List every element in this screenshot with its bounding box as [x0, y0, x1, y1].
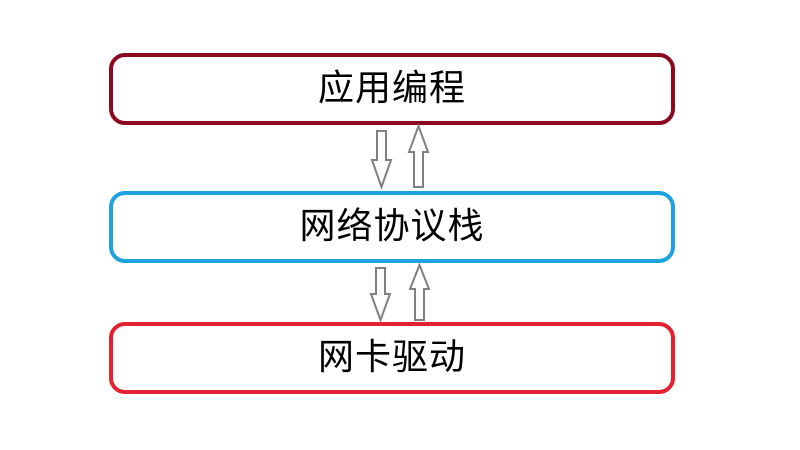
up-arrow-driver-to-stack [408, 262, 431, 321]
down-arrow-app-to-stack [370, 130, 393, 191]
layer-box-nic-driver: 网卡驱动 [109, 322, 675, 394]
down-arrow-stack-to-driver [369, 267, 392, 323]
layer-label-nic-driver: 网卡驱动 [317, 337, 466, 378]
layer-box-network-protocol-stack: 网络协议栈 [109, 191, 675, 263]
layer-label-application-programming: 应用编程 [317, 68, 466, 109]
layer-box-application-programming: 应用编程 [109, 53, 675, 125]
up-arrow-stack-to-app [407, 123, 430, 188]
layer-label-network-protocol-stack: 网络协议栈 [299, 206, 485, 247]
